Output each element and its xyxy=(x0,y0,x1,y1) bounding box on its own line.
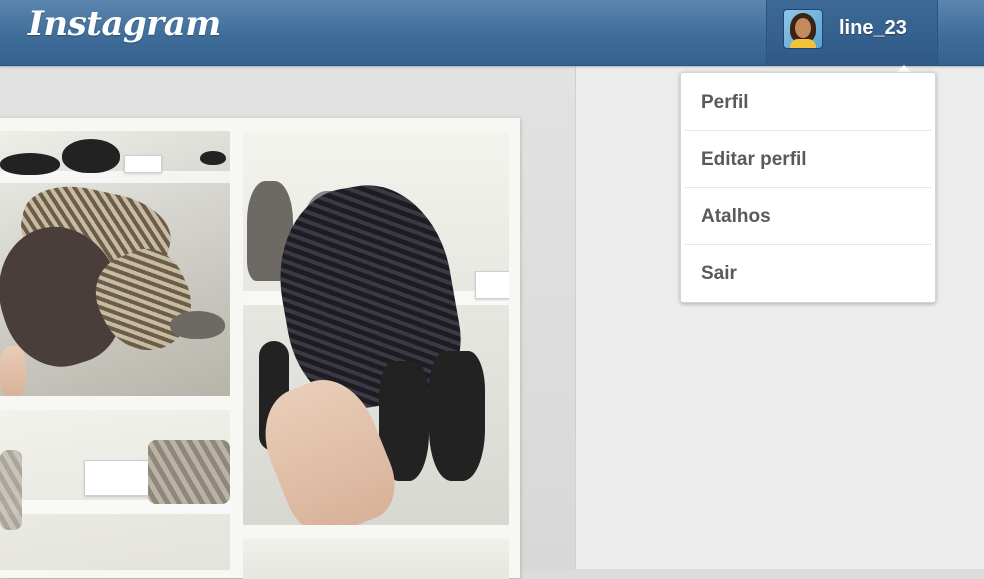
strap-shape xyxy=(0,450,22,530)
menu-item-atalhos[interactable]: Atalhos xyxy=(685,189,931,245)
black-bootie-photo[interactable] xyxy=(243,131,509,525)
top-navigation-bar: Instagram line_23 xyxy=(0,0,984,66)
avatar-shirt-shape xyxy=(790,39,816,48)
handbag-photo[interactable] xyxy=(0,410,230,570)
price-tag-shape xyxy=(475,271,509,299)
username-label[interactable]: line_23 xyxy=(839,17,907,40)
user-avatar-icon[interactable] xyxy=(783,9,823,49)
hand-shape xyxy=(0,346,26,396)
menu-item-editar-perfil[interactable]: Editar perfil xyxy=(685,132,931,188)
menu-item-perfil[interactable]: Perfil xyxy=(685,75,931,131)
user-dropdown-menu: Perfil Editar perfil Atalhos Sair xyxy=(680,72,936,303)
shoe-shape xyxy=(200,151,226,165)
handbag-shape xyxy=(148,440,230,504)
user-menu-toggle[interactable]: line_23 xyxy=(766,0,938,65)
price-tag-shape xyxy=(84,460,152,496)
shoe-shape xyxy=(62,139,120,173)
menu-item-sair[interactable]: Sair xyxy=(685,246,931,302)
partial-photo[interactable] xyxy=(243,539,509,579)
shoe-shape xyxy=(429,351,485,481)
photo-collage-card xyxy=(0,118,520,579)
shoe-shape xyxy=(170,311,225,339)
shoe-shape xyxy=(0,153,60,175)
price-tag-shape xyxy=(124,155,162,173)
shoes-photo[interactable] xyxy=(0,131,230,396)
avatar-face-shape xyxy=(795,18,811,38)
instagram-logo[interactable]: Instagram xyxy=(28,4,221,44)
